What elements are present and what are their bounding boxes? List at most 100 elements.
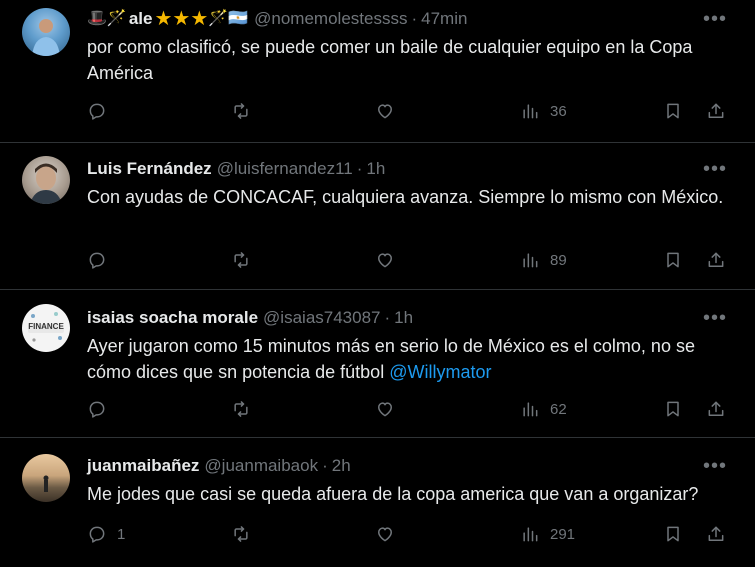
top-hat-icon: 🎩 bbox=[87, 10, 107, 27]
share-button[interactable] bbox=[706, 524, 726, 544]
views-icon bbox=[523, 402, 538, 417]
argentina-flag-icon: 🇦🇷 bbox=[228, 10, 249, 27]
separator-dot: · bbox=[322, 456, 328, 475]
timestamp[interactable]: 1h bbox=[366, 158, 385, 180]
tweet[interactable]: Luis Fernández @luisfernandez11 · 1h •••… bbox=[0, 143, 755, 290]
share-button[interactable] bbox=[706, 250, 726, 270]
tweet-header: Luis Fernández @luisfernandez11 · 1h bbox=[87, 158, 385, 180]
more-options-icon[interactable]: ••• bbox=[703, 159, 727, 179]
views-icon bbox=[523, 527, 538, 542]
bookmark-button[interactable] bbox=[663, 524, 683, 544]
separator-dot: · bbox=[411, 9, 418, 28]
separator-dot: · bbox=[356, 159, 363, 178]
retweet-icon bbox=[234, 103, 248, 119]
like-button[interactable] bbox=[375, 101, 395, 121]
like-icon bbox=[378, 104, 392, 119]
user-handle[interactable]: @isaias743087 bbox=[263, 307, 380, 329]
views-button[interactable]: 89 bbox=[520, 250, 567, 270]
bookmark-icon bbox=[667, 401, 679, 417]
bookmark-button[interactable] bbox=[663, 101, 683, 121]
bookmark-icon bbox=[667, 526, 679, 542]
more-options-icon[interactable]: ••• bbox=[703, 456, 727, 476]
share-icon bbox=[708, 401, 724, 416]
reply-count: 1 bbox=[117, 525, 126, 543]
timestamp[interactable]: 2h bbox=[332, 455, 351, 477]
retweet-icon bbox=[234, 252, 248, 268]
share-icon bbox=[708, 103, 724, 118]
share-icon bbox=[708, 252, 724, 267]
reply-icon bbox=[89, 401, 105, 418]
user-handle[interactable]: @luisfernandez11 bbox=[217, 158, 353, 180]
share-icon bbox=[708, 526, 724, 541]
star-icon: ★ bbox=[172, 8, 191, 30]
reply-icon bbox=[89, 526, 105, 543]
tweet-text: Ayer jugaron como 15 minutos más en seri… bbox=[87, 333, 737, 385]
reply-button[interactable] bbox=[87, 101, 117, 121]
tweet-text: por como clasificó, se puede comer un ba… bbox=[87, 37, 693, 83]
retweet-button[interactable] bbox=[231, 399, 251, 419]
magic-wand-icon: 🪄 bbox=[208, 10, 229, 27]
like-icon bbox=[378, 527, 392, 542]
timestamp[interactable]: 47min bbox=[421, 8, 467, 30]
star-icon: ★ bbox=[190, 8, 209, 30]
display-name[interactable]: Luis Fernández bbox=[87, 158, 212, 180]
tweet-actions: 89 bbox=[0, 250, 755, 274]
avatar[interactable]: FINANCE bbox=[22, 304, 70, 352]
retweet-button[interactable] bbox=[231, 524, 251, 544]
like-button[interactable] bbox=[375, 399, 395, 419]
avatar[interactable] bbox=[22, 454, 70, 502]
share-button[interactable] bbox=[706, 101, 726, 121]
user-handle[interactable]: @juanmaibaok bbox=[204, 455, 318, 477]
bookmark-button[interactable] bbox=[663, 399, 683, 419]
like-icon bbox=[378, 253, 392, 268]
tweet[interactable]: juanmaibañez @juanmaibaok · 2h ••• Me jo… bbox=[0, 438, 755, 567]
avatar[interactable] bbox=[22, 156, 70, 204]
bookmark-icon bbox=[667, 252, 679, 268]
tweet-header: 🎩 🪄 ale ★ ★ ★ 🪄 🇦🇷 @nomemolestessss · 47… bbox=[87, 8, 467, 30]
timestamp[interactable]: 1h bbox=[394, 307, 413, 329]
views-count: 62 bbox=[550, 400, 567, 418]
avatar[interactable] bbox=[22, 8, 70, 56]
more-options-icon[interactable]: ••• bbox=[703, 308, 727, 328]
user-handle[interactable]: @nomemolestessss bbox=[254, 8, 407, 30]
views-button[interactable]: 62 bbox=[520, 399, 567, 419]
more-options-icon[interactable]: ••• bbox=[703, 9, 727, 29]
mention-link[interactable]: @Willymator bbox=[389, 362, 491, 382]
star-icon: ★ bbox=[154, 8, 173, 30]
like-button[interactable] bbox=[375, 524, 395, 544]
bookmark-button[interactable] bbox=[663, 250, 683, 270]
views-button[interactable]: 291 bbox=[520, 524, 575, 544]
emoji-decoration: 🎩 🪄 bbox=[87, 8, 127, 30]
tweet-actions: 1 291 bbox=[0, 524, 755, 548]
reply-button[interactable] bbox=[87, 399, 117, 419]
reply-icon bbox=[89, 103, 105, 120]
magic-wand-icon: 🪄 bbox=[106, 10, 127, 27]
retweet-button[interactable] bbox=[231, 250, 251, 270]
display-name[interactable]: ale bbox=[129, 8, 153, 30]
retweet-icon bbox=[234, 401, 248, 417]
display-name[interactable]: isaias soacha morale bbox=[87, 307, 258, 329]
reply-button[interactable] bbox=[87, 250, 117, 270]
display-name[interactable]: juanmaibañez bbox=[87, 455, 199, 477]
views-button[interactable]: 36 bbox=[520, 101, 567, 121]
tweet-text: Con ayudas de CONCACAF, cualquiera avanz… bbox=[87, 187, 724, 207]
tweet-header: isaias soacha morale @isaias743087 · 1h bbox=[87, 307, 413, 329]
views-icon bbox=[523, 253, 538, 268]
separator-dot: · bbox=[384, 308, 391, 327]
retweet-icon bbox=[234, 526, 248, 542]
reply-button[interactable]: 1 bbox=[87, 524, 125, 544]
share-button[interactable] bbox=[706, 399, 726, 419]
like-icon bbox=[378, 402, 392, 417]
views-count: 291 bbox=[550, 525, 576, 543]
tweet-actions: 36 bbox=[0, 101, 755, 125]
retweet-button[interactable] bbox=[231, 101, 251, 121]
like-button[interactable] bbox=[375, 250, 395, 270]
tweet[interactable]: FINANCE isaias soacha morale @isaias7430… bbox=[0, 290, 755, 438]
views-count: 36 bbox=[550, 102, 567, 120]
tweet-header: juanmaibañez @juanmaibaok · 2h bbox=[87, 455, 351, 477]
reply-icon bbox=[89, 252, 105, 269]
tweet[interactable]: 🎩 🪄 ale ★ ★ ★ 🪄 🇦🇷 @nomemolestessss · 47… bbox=[0, 0, 755, 143]
bookmark-icon bbox=[667, 103, 679, 119]
tweet-text: Me jodes que casi se queda afuera de la … bbox=[87, 484, 699, 504]
emoji-decoration: ★ ★ ★ 🪄 🇦🇷 bbox=[154, 8, 248, 30]
